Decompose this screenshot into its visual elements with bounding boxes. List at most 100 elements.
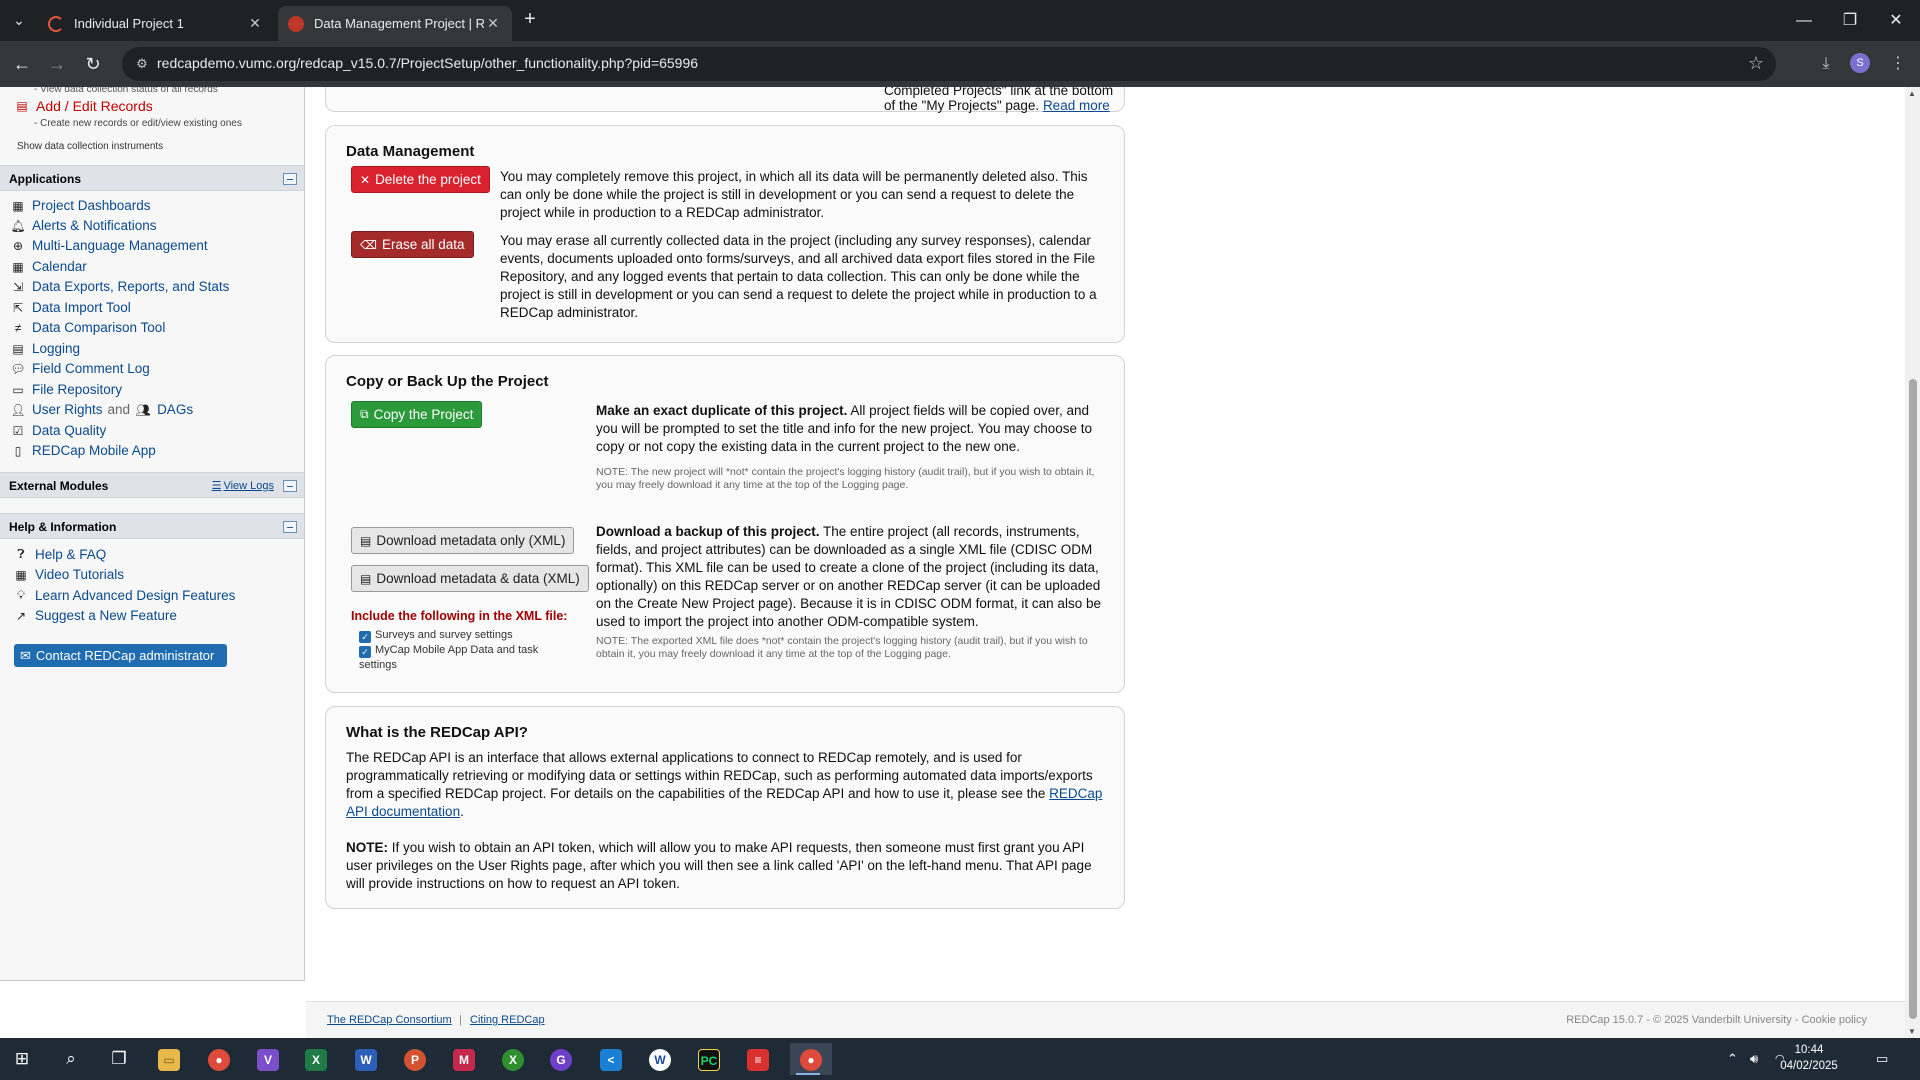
app-circle-icon[interactable]: W bbox=[642, 1043, 678, 1075]
window-close-icon[interactable]: ✕ bbox=[1873, 0, 1919, 41]
sidebar-item-data-comparison[interactable]: ≠ Data Comparison Tool bbox=[10, 320, 166, 335]
url-text[interactable]: redcapdemo.vumc.org/redcap_v15.0.7/Proje… bbox=[157, 55, 698, 71]
checkbox-checked-icon[interactable]: ✓ bbox=[359, 631, 371, 643]
minimize-icon[interactable]: — bbox=[1781, 0, 1827, 41]
sidebar-item-add-edit-records[interactable]: ▤ Add / Edit Records bbox=[14, 98, 152, 114]
checkbox-checked-icon[interactable]: ✓ bbox=[359, 646, 371, 658]
surveys-checkbox[interactable]: ✓ Surveys and survey settings bbox=[359, 628, 529, 643]
erase-data-button[interactable]: ⌫ Erase all data bbox=[351, 231, 474, 258]
dags-link[interactable]: DAGs bbox=[157, 402, 193, 417]
download-metadata-data-button[interactable]: ▤ Download metadata & data (XML) bbox=[351, 565, 589, 592]
sidebar-item-project-dashboards[interactable]: ▦ Project Dashboards bbox=[10, 198, 150, 213]
external-modules-header: External Modules ☰ View Logs bbox=[0, 472, 304, 498]
left-sidebar: - View data collection status of all rec… bbox=[0, 87, 305, 981]
sidebar-item-suggest-feature[interactable]: ↗ Suggest a New Feature bbox=[13, 608, 177, 623]
bookmark-star-icon[interactable]: ☆ bbox=[1748, 53, 1764, 74]
collapse-icon[interactable] bbox=[283, 173, 297, 185]
sidebar-item-data-quality[interactable]: ☑ Data Quality bbox=[10, 423, 107, 438]
sidebar-item-video-tutorials[interactable]: ▦ Video Tutorials bbox=[13, 567, 124, 582]
windows-start-icon[interactable]: ⊞ bbox=[4, 1043, 40, 1075]
menu-dots-icon[interactable]: ⋮ bbox=[1884, 50, 1912, 78]
read-more-link[interactable]: Read more bbox=[1043, 98, 1110, 113]
collapse-icon[interactable] bbox=[283, 480, 297, 492]
button-label: Contact REDCap administrator bbox=[35, 648, 215, 663]
sidebar-item-data-import[interactable]: ⇱ Data Import Tool bbox=[10, 300, 131, 315]
restore-icon[interactable]: ❐ bbox=[1827, 0, 1873, 41]
browser-tab-data-management[interactable]: Data Management Project | REDCap ✕ bbox=[278, 6, 512, 41]
button-label: Delete the project bbox=[375, 172, 481, 187]
lightbulb-icon: 💡︎ bbox=[16, 588, 26, 602]
close-icon[interactable]: ✕ bbox=[246, 15, 264, 32]
show-instruments-link[interactable]: Show data collection instruments bbox=[17, 141, 163, 152]
user-icon: 👤︎ bbox=[10, 402, 26, 417]
browser-toolbar: ← → ↻ ⚙ redcapdemo.vumc.org/redcap_v15.0… bbox=[0, 41, 1920, 87]
collapse-icon[interactable] bbox=[283, 521, 297, 533]
github-icon[interactable]: G bbox=[543, 1043, 579, 1075]
sidebar-item-alerts[interactable]: 🔔︎ Alerts & Notifications bbox=[10, 218, 156, 233]
button-label: Download metadata only (XML) bbox=[376, 533, 566, 548]
bell-icon: 🔔︎ bbox=[10, 218, 26, 233]
xbox-icon[interactable]: X bbox=[495, 1043, 531, 1075]
mendeley-icon[interactable]: M bbox=[446, 1043, 482, 1075]
log-icon: ▤ bbox=[12, 341, 24, 356]
sidebar-item-mobile-app[interactable]: ▯ REDCap Mobile App bbox=[10, 443, 156, 458]
sidebar-item-data-exports[interactable]: ⇲ Data Exports, Reports, and Stats bbox=[10, 279, 229, 294]
reload-icon[interactable]: ↻ bbox=[79, 50, 107, 78]
download-metadata-button[interactable]: ▤ Download metadata only (XML) bbox=[351, 527, 575, 554]
page-scrollbar[interactable]: ▲ ▼ bbox=[1905, 87, 1920, 1038]
consortium-link[interactable]: The REDCap Consortium bbox=[327, 1014, 452, 1026]
word-icon[interactable]: W bbox=[348, 1043, 384, 1075]
sidebar-item-file-repository[interactable]: ▭ File Repository bbox=[10, 382, 122, 397]
citing-link[interactable]: Citing REDCap bbox=[470, 1014, 545, 1026]
data-management-panel: Data Management ✕ Delete the project You… bbox=[325, 125, 1125, 343]
scroll-up-icon[interactable]: ▲ bbox=[1908, 89, 1916, 98]
sidebar-item-label: Data Quality bbox=[32, 423, 107, 438]
new-tab-icon[interactable]: + bbox=[518, 8, 542, 32]
mycap-checkbox[interactable]: ✓ MyCap Mobile App Data and task settings bbox=[359, 643, 559, 672]
profile-avatar[interactable]: S bbox=[1850, 53, 1870, 73]
powerpoint-icon[interactable]: P bbox=[397, 1043, 433, 1075]
view-logs-link[interactable]: ☰ View Logs bbox=[212, 479, 274, 492]
notification-icon[interactable]: ▭ bbox=[1876, 1038, 1888, 1080]
pycharm-icon[interactable]: PC bbox=[691, 1043, 727, 1075]
envelope-icon: ✉ bbox=[20, 647, 31, 663]
sidebar-item-field-comment-log[interactable]: 💬︎ Field Comment Log bbox=[10, 361, 149, 376]
browser-tab-individual-project[interactable]: Individual Project 1 ✕ bbox=[38, 6, 274, 41]
scroll-thumb[interactable] bbox=[1909, 379, 1917, 1019]
sidebar-item-help-faq[interactable]: ❓︎ Help & FAQ bbox=[13, 547, 106, 562]
back-icon[interactable]: ← bbox=[8, 50, 36, 78]
copy-backup-panel: Copy or Back Up the Project ⧉ Copy the P… bbox=[325, 355, 1125, 693]
cookie-policy-link[interactable]: Cookie policy bbox=[1802, 1014, 1867, 1026]
address-bar[interactable]: ⚙ redcapdemo.vumc.org/redcap_v15.0.7/Pro… bbox=[122, 47, 1776, 81]
volume-icon[interactable]: 🔊︎ bbox=[1750, 1038, 1758, 1080]
vscode-icon[interactable]: < bbox=[593, 1043, 629, 1075]
site-info-icon[interactable]: ⚙ bbox=[134, 56, 150, 72]
excel-icon[interactable]: X bbox=[298, 1043, 334, 1075]
sidebar-item-calendar[interactable]: ▦ Calendar bbox=[10, 259, 86, 274]
sidebar-item-learn-advanced[interactable]: 💡︎ Learn Advanced Design Features bbox=[13, 588, 236, 603]
tab-search-icon[interactable]: ⌄ bbox=[6, 9, 32, 31]
search-icon[interactable]: ⌕ bbox=[53, 1043, 89, 1075]
chrome-active-icon[interactable]: ● bbox=[790, 1043, 832, 1075]
calendar-icon: ▦ bbox=[12, 259, 24, 274]
visual-studio-icon[interactable]: V bbox=[250, 1043, 286, 1075]
download-icon[interactable]: ⤓ bbox=[1812, 50, 1840, 78]
tray-chevron-icon[interactable]: ⌃ bbox=[1727, 1038, 1738, 1080]
stack-app-icon[interactable]: ≡ bbox=[740, 1043, 776, 1075]
api-text-end: . bbox=[460, 804, 464, 819]
sidebar-item-multi-language[interactable]: ⊕ Multi-Language Management bbox=[10, 238, 208, 253]
sidebar-item-logging[interactable]: ▤ Logging bbox=[10, 341, 80, 356]
contact-admin-button[interactable]: ✉ Contact REDCap administrator bbox=[14, 644, 227, 667]
sidebar-item-user-rights[interactable]: 👤︎ User Rights and 👥︎ DAGs bbox=[10, 402, 193, 417]
footer-version: REDCap 15.0.7 - © 2025 Vanderbilt Univer… bbox=[1566, 1014, 1867, 1026]
close-icon[interactable]: ✕ bbox=[484, 15, 502, 32]
scroll-down-icon[interactable]: ▼ bbox=[1908, 1027, 1916, 1036]
copy-project-button[interactable]: ⧉ Copy the Project bbox=[351, 401, 483, 428]
forward-icon[interactable]: → bbox=[43, 50, 71, 78]
delete-project-button[interactable]: ✕ Delete the project bbox=[351, 166, 490, 193]
chrome-icon[interactable]: ● bbox=[201, 1043, 237, 1075]
task-view-icon[interactable]: ❐ bbox=[101, 1043, 137, 1075]
import-icon: ⇱ bbox=[12, 300, 24, 315]
taskbar-clock[interactable]: 10:44 04/02/2025 bbox=[1779, 1042, 1839, 1074]
file-explorer-icon[interactable]: ▭ bbox=[151, 1043, 187, 1075]
